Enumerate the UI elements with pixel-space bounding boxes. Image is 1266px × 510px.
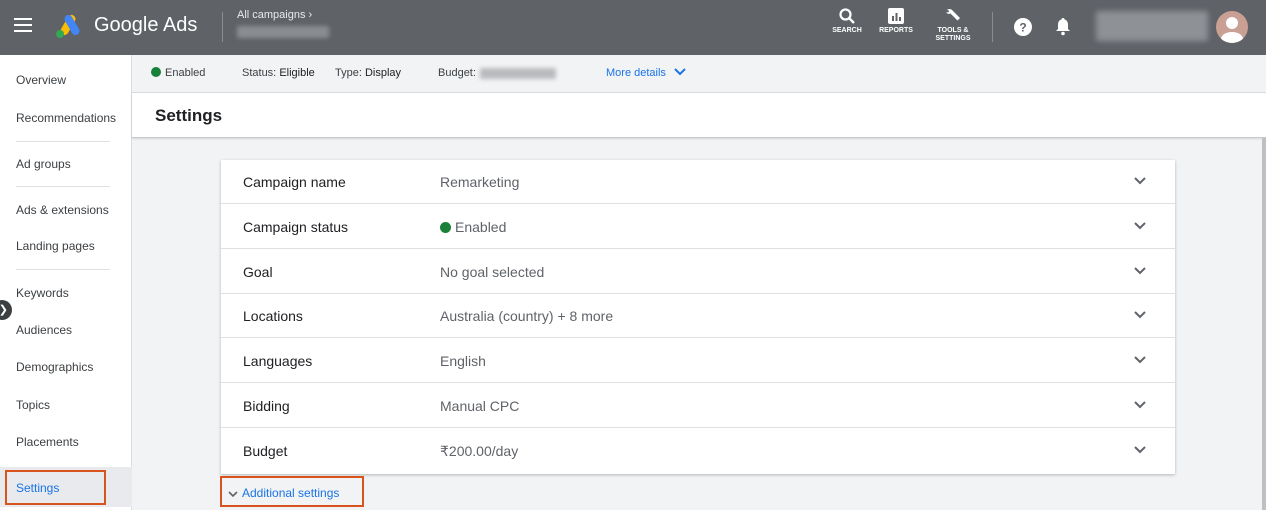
left-navigation: Overview Recommendations Ad groups Ads &… (0, 55, 132, 510)
setting-value: Manual CPC (440, 398, 520, 414)
setting-label: Locations (243, 308, 303, 324)
divider (992, 12, 993, 42)
page-title-bar: Settings (132, 93, 1266, 138)
sidebar-item-landing-pages[interactable]: Landing pages (16, 239, 95, 253)
status-info: Status: Eligible (242, 67, 315, 79)
chevron-down-icon[interactable] (1133, 355, 1147, 365)
notifications-bell-icon[interactable] (1055, 17, 1071, 36)
setting-row-bidding[interactable]: Bidding Manual CPC (221, 384, 1175, 428)
settings-label: SETTINGS (935, 35, 971, 42)
settings-card: Campaign name Remarketing Campaign statu… (221, 160, 1175, 474)
status-text: Enabled (455, 219, 507, 235)
sidebar-item-keywords[interactable]: Keywords (16, 286, 69, 300)
chevron-right-icon: ❯ (0, 304, 8, 316)
user-avatar-icon (1221, 17, 1243, 43)
status-value: Eligible (279, 67, 315, 79)
chevron-down-icon[interactable] (1133, 310, 1147, 320)
sidebar-item-placements[interactable]: Placements (16, 435, 79, 449)
nav-divider (16, 141, 110, 142)
budget-label: Budget: (438, 67, 476, 79)
sidebar-item-overview[interactable]: Overview (16, 73, 66, 87)
scrollbar[interactable] (1262, 138, 1266, 510)
setting-value-status: Enabled (440, 219, 506, 235)
sidebar-item-audiences[interactable]: Audiences (16, 323, 72, 337)
status-label: Status: (242, 67, 277, 79)
account-info-redacted[interactable] (1096, 11, 1208, 41)
avatar[interactable] (1216, 11, 1248, 43)
chevron-down-icon[interactable] (1133, 176, 1147, 186)
breadcrumb[interactable]: All campaigns › (237, 9, 312, 21)
search-label: SEARCH (832, 27, 862, 34)
setting-label: Languages (243, 353, 313, 369)
reports-button[interactable]: REPORTS (877, 7, 915, 35)
setting-row-budget[interactable]: Budget ₹200.00/day (221, 429, 1175, 473)
sidebar-item-demographics[interactable]: Demographics (16, 360, 93, 374)
additional-settings-link[interactable]: Additional settings (228, 486, 339, 500)
setting-value: Australia (country) + 8 more (440, 308, 614, 324)
setting-label: Goal (243, 264, 273, 280)
chevron-down-icon[interactable] (1133, 266, 1147, 276)
setting-value: Remarketing (440, 174, 520, 190)
setting-row-goal[interactable]: Goal No goal selected (221, 250, 1175, 294)
reports-label: REPORTS (879, 27, 913, 34)
chevron-down-icon[interactable] (1133, 400, 1147, 410)
type-info: Type: Display (335, 67, 401, 79)
chevron-down-icon (674, 68, 686, 76)
sidebar-item-recommendations[interactable]: Recommendations (16, 111, 116, 125)
chevron-down-icon (228, 491, 238, 498)
sidebar-item-topics[interactable]: Topics (16, 398, 50, 412)
setting-row-languages[interactable]: Languages English (221, 339, 1175, 383)
setting-label: Campaign status (243, 219, 349, 235)
nav-divider (16, 269, 110, 270)
search-icon (839, 8, 855, 24)
chevron-down-icon[interactable] (1133, 445, 1147, 455)
type-value: Display (364, 67, 402, 79)
divider (222, 12, 223, 42)
setting-row-campaign-name[interactable]: Campaign name Remarketing (221, 160, 1175, 204)
enabled-label: Enabled (165, 67, 206, 79)
budget-value-redacted (480, 68, 556, 79)
brand-name[interactable]: Google Ads (94, 14, 197, 37)
wrench-icon (946, 9, 960, 21)
top-header: Google Ads All campaigns › SEARCH REPORT… (0, 0, 1266, 55)
google-ads-logo-icon (56, 14, 80, 38)
search-button[interactable]: SEARCH (830, 7, 864, 35)
enabled-dot-icon (440, 222, 451, 233)
setting-label: Campaign name (243, 174, 346, 190)
enabled-dot-icon (151, 67, 161, 77)
setting-row-locations[interactable]: Locations Australia (country) + 8 more (221, 294, 1175, 338)
campaign-name-redacted (237, 26, 329, 38)
menu-icon[interactable] (14, 18, 32, 32)
svg-text:?: ? (1019, 21, 1026, 35)
additional-settings-label: Additional settings (242, 486, 340, 500)
reports-icon (888, 8, 904, 24)
setting-value: English (440, 353, 486, 369)
more-details-label: More details (606, 67, 666, 79)
sidebar-item-ad-groups[interactable]: Ad groups (16, 157, 71, 171)
setting-label: Bidding (243, 398, 290, 414)
setting-label: Budget (243, 443, 288, 459)
enabled-status[interactable]: Enabled (151, 67, 205, 79)
tools-settings-button[interactable]: TOOLS & SETTINGS (933, 7, 973, 43)
setting-value: No goal selected (440, 264, 545, 280)
setting-row-campaign-status[interactable]: Campaign status Enabled (221, 205, 1175, 249)
help-icon[interactable]: ? (1014, 18, 1032, 36)
chevron-down-icon[interactable] (1133, 221, 1147, 231)
tools-label: TOOLS & (937, 27, 969, 34)
page-title: Settings (155, 106, 223, 125)
more-details-link[interactable]: More details (606, 67, 686, 79)
campaign-status-bar: Enabled Status: Eligible Type: Display B… (132, 55, 1266, 93)
setting-value: ₹200.00/day (440, 443, 519, 459)
type-label: Type: (335, 67, 362, 79)
sidebar-item-ads-extensions[interactable]: Ads & extensions (16, 203, 109, 217)
nav-divider (16, 186, 110, 187)
settings-highlight-box (5, 470, 106, 505)
